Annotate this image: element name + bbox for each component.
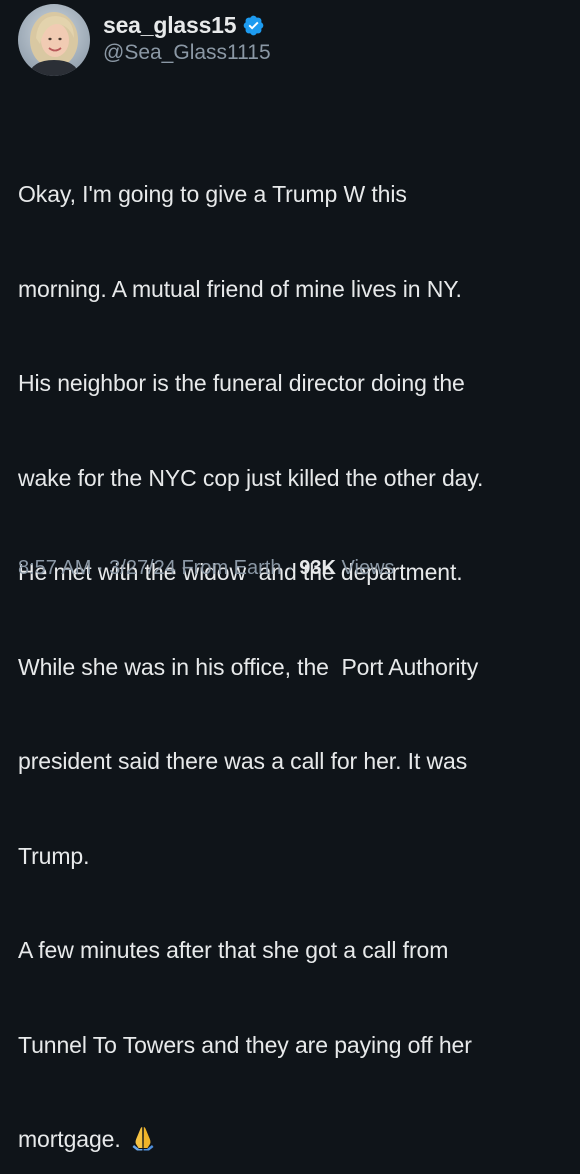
tweet-line: Trump. <box>18 842 90 869</box>
tweet-line: Okay, I'm going to give a Trump W this <box>18 181 407 207</box>
tweet-line: mortgage. <box>18 1126 127 1152</box>
folded-hands-icon <box>131 1125 155 1160</box>
verified-badge-icon[interactable] <box>242 14 265 37</box>
tweet-line: Tunnel To Towers and they are paying off… <box>18 1031 472 1058</box>
avatar-photo <box>18 4 90 76</box>
separator: · <box>281 557 300 579</box>
tweet: sea_glass15 @Sea_Glass1115 Okay, I'm goi… <box>0 0 580 1152</box>
tweet-line: morning. A mutual friend of mine lives i… <box>18 275 462 302</box>
display-name[interactable]: sea_glass15 <box>103 12 237 39</box>
views-label: Views <box>335 557 395 579</box>
avatar[interactable] <box>18 4 90 76</box>
views-count[interactable]: 93K <box>299 557 336 579</box>
tweet-last-line: mortgage. <box>18 1124 574 1160</box>
tweet-line: wake for the NYC cop just killed the oth… <box>18 464 484 491</box>
tweet-meta: 8:57 AM · 3/27/24 From Earth · 93K Views <box>18 557 395 580</box>
tweet-line: A few minutes after that she got a call … <box>18 937 449 963</box>
tweet-text: Okay, I'm going to give a Trump W this m… <box>18 116 574 1174</box>
tweet-line: president said there was a call for her.… <box>18 748 468 774</box>
user-handle[interactable]: @Sea_Glass1115 <box>103 41 271 65</box>
timestamp-time[interactable]: 8:57 AM <box>18 557 91 579</box>
author-row: sea_glass15 <box>103 10 265 40</box>
tweet-line: His neighbor is the funeral director doi… <box>18 370 465 396</box>
source-label: From Earth <box>175 557 282 579</box>
separator: · <box>91 557 110 579</box>
timestamp-date[interactable]: 3/27/24 <box>109 557 176 579</box>
tweet-line: While she was in his office, the Port Au… <box>18 653 479 680</box>
